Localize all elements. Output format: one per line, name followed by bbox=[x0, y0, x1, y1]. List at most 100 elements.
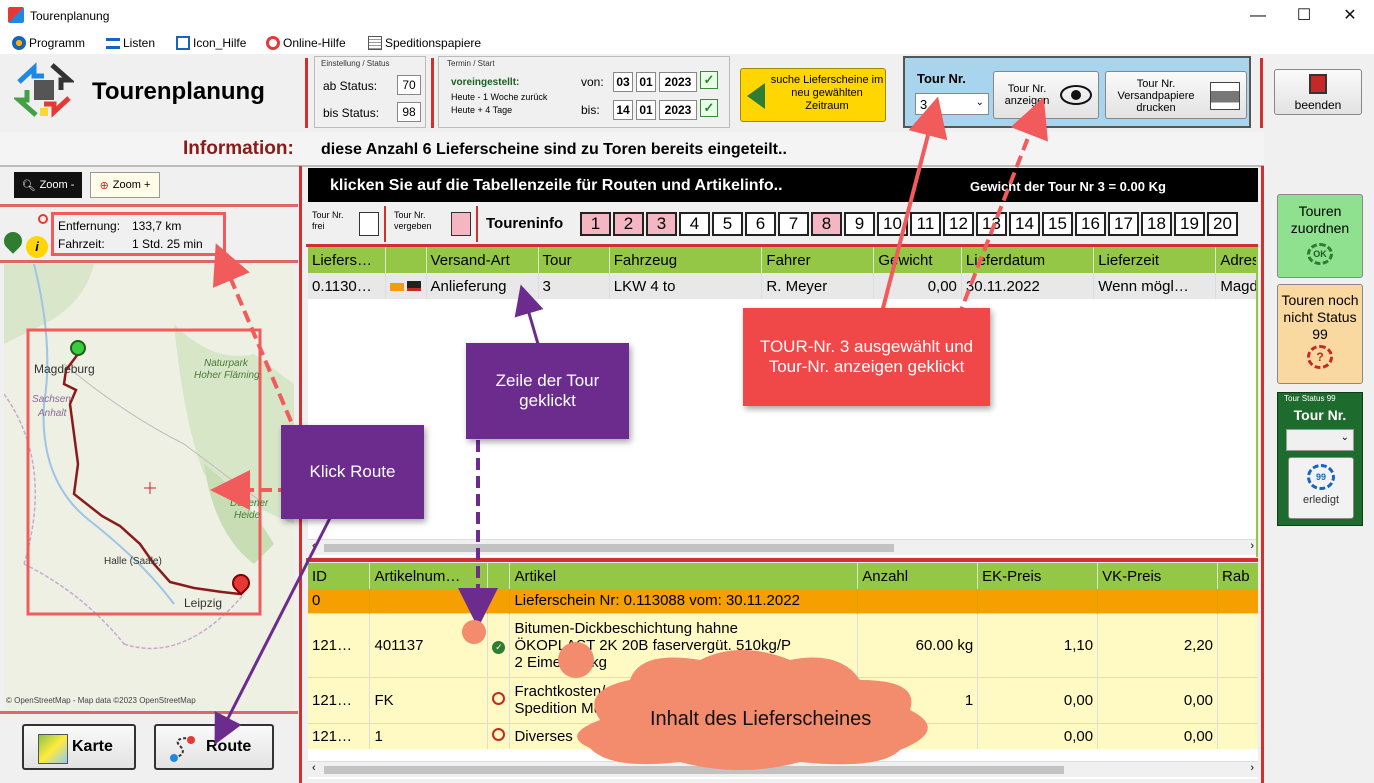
bis-status-input[interactable]: 98 bbox=[397, 102, 421, 122]
articles-col-7[interactable]: Rab bbox=[1217, 563, 1258, 589]
von-check-icon[interactable]: ✓ bbox=[700, 71, 718, 89]
von-month[interactable]: 01 bbox=[636, 72, 656, 92]
articles-col-0[interactable]: ID bbox=[308, 563, 371, 589]
map-label-flaming: Hoher Fläming bbox=[194, 370, 260, 381]
bis-day[interactable]: 14 bbox=[613, 100, 633, 120]
zoom-in-button[interactable]: ⊕ Zoom + bbox=[90, 172, 160, 198]
menu-speditionspapiere[interactable]: Speditionspapiere bbox=[368, 36, 481, 50]
route-info-icon: i bbox=[0, 214, 50, 258]
divider bbox=[0, 711, 298, 714]
tour-number-6[interactable]: 6 bbox=[745, 212, 776, 236]
von-day[interactable]: 03 bbox=[613, 72, 633, 92]
tour-number-14[interactable]: 14 bbox=[1009, 212, 1040, 236]
articles-col-3[interactable]: Artikel bbox=[509, 563, 859, 589]
tour-number-8[interactable]: 8 bbox=[811, 212, 842, 236]
route-map[interactable]: Magdeburg Sachsen- Anhalt Naturpark Hohe… bbox=[4, 264, 294, 710]
tours-col-6[interactable]: Gewicht bbox=[873, 247, 962, 273]
article-text-line: ÖKOPLAST 2K 20B faservergüt. 510kg/P bbox=[514, 636, 791, 654]
tour-number-13[interactable]: 13 bbox=[976, 212, 1007, 236]
tour-select[interactable]: 3 ⌄ bbox=[915, 93, 989, 115]
scroll-right-icon[interactable]: › bbox=[1250, 762, 1254, 774]
tour-number-7[interactable]: 7 bbox=[778, 212, 809, 236]
tours-col-5[interactable]: Fahrer bbox=[761, 247, 875, 273]
tour-number-4[interactable]: 4 bbox=[679, 212, 710, 236]
erledigt-button[interactable]: 99 erledigt bbox=[1288, 457, 1354, 519]
bis-check-icon[interactable]: ✓ bbox=[700, 99, 718, 117]
tour-number-19[interactable]: 19 bbox=[1174, 212, 1205, 236]
zoom-out-button[interactable]: 🔍︎ Zoom - bbox=[14, 172, 82, 198]
list-icon bbox=[106, 37, 120, 49]
start-pin-icon bbox=[70, 340, 86, 356]
tours-col-3[interactable]: Tour bbox=[538, 247, 610, 273]
tours-col-7[interactable]: Lieferdatum bbox=[961, 247, 1095, 273]
tour-row[interactable]: 0.1130… Anlieferung 3 LKW 4 to R. Meyer 0,00 3… bbox=[308, 273, 1256, 299]
tour-number-12[interactable]: 12 bbox=[943, 212, 974, 236]
bis-year[interactable]: 2023 bbox=[659, 100, 697, 120]
scroll-thumb[interactable] bbox=[324, 766, 1064, 774]
article-vk: 0,00 bbox=[1097, 677, 1219, 723]
karte-button[interactable]: Karte bbox=[22, 724, 136, 770]
map-label-sachsen: Sachsen- bbox=[32, 394, 75, 405]
tours-col-1[interactable] bbox=[385, 247, 427, 273]
touren-nicht-99-button[interactable]: Touren noch nicht Status 99 ? bbox=[1277, 284, 1363, 384]
tours-cell-6: 0,00 bbox=[873, 273, 962, 299]
article-id: 121… bbox=[308, 677, 371, 723]
tour-label: Tour Nr. bbox=[917, 71, 966, 86]
tour-show-button[interactable]: Tour Nr. anzeigen bbox=[993, 71, 1099, 119]
tour-status-select[interactable]: ⌄ bbox=[1286, 429, 1354, 451]
articles-col-2[interactable] bbox=[487, 563, 511, 589]
tours-h-scrollbar[interactable]: ‹ › bbox=[308, 539, 1256, 555]
articles-col-5[interactable]: EK-Preis bbox=[977, 563, 1099, 589]
articles-h-scrollbar[interactable]: ‹ › bbox=[308, 761, 1258, 777]
search-deliveries-button[interactable]: suche Lieferscheine im neu gewählten Zei… bbox=[740, 68, 886, 122]
menu-programm-label: Programm bbox=[29, 36, 86, 50]
articles-col-1[interactable]: Artikelnum… bbox=[369, 563, 489, 589]
articles-col-6[interactable]: VK-Preis bbox=[1097, 563, 1219, 589]
tour-number-5[interactable]: 5 bbox=[712, 212, 743, 236]
tour-number-11[interactable]: 11 bbox=[910, 212, 941, 236]
route-button[interactable]: Route bbox=[154, 724, 274, 770]
tours-col-0[interactable]: Liefers… bbox=[308, 247, 386, 273]
scroll-thumb[interactable] bbox=[324, 544, 894, 552]
scroll-right-icon[interactable]: › bbox=[1250, 540, 1254, 552]
menu-programm[interactable]: Programm bbox=[12, 36, 85, 50]
menu-online-hilfe[interactable]: Online-Hilfe bbox=[266, 36, 346, 50]
von-year[interactable]: 2023 bbox=[659, 72, 697, 92]
maximize-button[interactable]: ☐ bbox=[1281, 0, 1327, 32]
bis-month[interactable]: 01 bbox=[636, 100, 656, 120]
tour-number-2[interactable]: 2 bbox=[613, 212, 644, 236]
tours-col-8[interactable]: Lieferzeit bbox=[1093, 247, 1217, 273]
article-row[interactable]: 121… 401137 ✓ Bitumen-Dickbeschichtung hahn… bbox=[308, 613, 1258, 677]
tour-number-17[interactable]: 17 bbox=[1108, 212, 1139, 236]
tours-col-9[interactable]: Adress bbox=[1215, 247, 1256, 273]
tour-number-9[interactable]: 9 bbox=[844, 212, 875, 236]
article-id: 121… bbox=[308, 613, 371, 677]
close-button[interactable]: ✕ bbox=[1327, 0, 1373, 32]
tours-col-4[interactable]: Fahrzeug bbox=[609, 247, 763, 273]
tour-number-1[interactable]: 1 bbox=[580, 212, 611, 236]
articles-col-4[interactable]: Anzahl bbox=[857, 563, 979, 589]
delivery-note-cell-3: Lieferschein Nr: 0.113088 vom: 30.11.202… bbox=[509, 589, 859, 613]
minimize-button[interactable]: — bbox=[1235, 0, 1281, 32]
route-label: Route bbox=[206, 738, 252, 755]
tour-number-16[interactable]: 16 bbox=[1075, 212, 1106, 236]
map-label-halle: Halle (Saale) bbox=[104, 556, 162, 567]
menu-icon-hilfe[interactable]: Icon_Hilfe bbox=[176, 36, 246, 50]
tour-number-18[interactable]: 18 bbox=[1141, 212, 1172, 236]
magnifier-plus-icon: ⊕ bbox=[99, 179, 109, 192]
scroll-left-icon[interactable]: ‹ bbox=[312, 762, 316, 774]
tour-print-button[interactable]: Tour Nr. Versandpapiere drucken bbox=[1105, 71, 1247, 119]
scroll-left-icon[interactable]: ‹ bbox=[312, 540, 316, 552]
tour-number-3[interactable]: 3 bbox=[646, 212, 677, 236]
menu-listen[interactable]: Listen bbox=[106, 36, 155, 50]
tour-number-15[interactable]: 15 bbox=[1042, 212, 1073, 236]
touren-zuordnen-button[interactable]: Touren zuordnen OK bbox=[1277, 194, 1363, 278]
article-text-line: Bitumen-Dickbeschichtung hahne bbox=[514, 619, 738, 637]
delivery-note-row[interactable]: 0 Lieferschein Nr: 0.113088 vom: 30.11.20… bbox=[308, 589, 1258, 613]
tour-number-20[interactable]: 20 bbox=[1207, 212, 1238, 236]
tours-col-2[interactable]: Versand-Art bbox=[426, 247, 539, 273]
tour-number-10[interactable]: 10 bbox=[877, 212, 908, 236]
ab-status-input[interactable]: 70 bbox=[397, 75, 421, 95]
exit-button[interactable]: beenden bbox=[1274, 69, 1362, 115]
ok-check-icon: ✓ bbox=[492, 640, 506, 654]
